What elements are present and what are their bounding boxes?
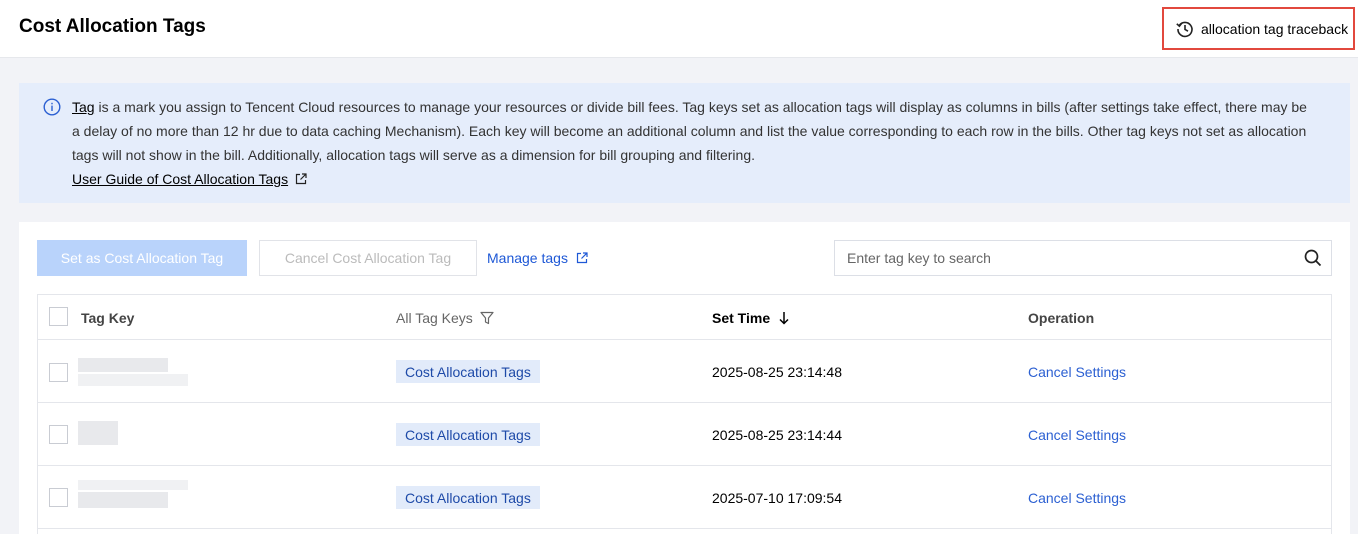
table-row: Cost Allocation Tags 2025-08-25 23:14:44… [38,403,1331,466]
page-header: Cost Allocation Tags allocation tag trac… [0,0,1358,58]
search-icon[interactable] [1303,248,1323,268]
set-time-value: 2025-07-10 17:09:54 [712,489,842,506]
select-all-checkbox[interactable] [49,307,68,326]
set-time-value: 2025-08-25 23:14:48 [712,363,842,380]
table-row: Cost Allocation Tags 2025-08-25 23:14:48… [38,340,1331,403]
tag-table: Tag Key All Tag Keys Set Time Operation … [37,294,1332,534]
cancel-settings-link[interactable]: Cancel Settings [1028,403,1126,466]
table-header: Tag Key All Tag Keys Set Time Operation [38,295,1331,340]
all-tag-keys-label: All Tag Keys [396,309,473,326]
cancel-settings-link[interactable]: Cancel Settings [1028,340,1126,403]
redacted-tag-key [78,492,168,508]
user-guide-link[interactable]: User Guide of Cost Allocation Tags [72,167,307,191]
row-checkbox[interactable] [49,488,68,507]
manage-tags-link[interactable]: Manage tags [487,240,588,276]
row-checkbox[interactable] [49,363,68,382]
manage-tags-label: Manage tags [487,250,568,266]
tag-type-badge: Cost Allocation Tags [396,486,540,509]
tag-link[interactable]: Tag [72,99,95,115]
info-text: Tag is a mark you assign to Tencent Clou… [72,95,1312,167]
info-description: is a mark you assign to Tencent Cloud re… [72,99,1307,163]
page-title: Cost Allocation Tags [19,16,206,37]
tag-type-badge: Cost Allocation Tags [396,360,540,383]
redacted-tag-key [78,358,168,372]
arrow-down-icon [779,311,789,325]
set-cost-allocation-tag-button[interactable]: Set as Cost Allocation Tag [37,240,247,276]
tag-type-badge: Cost Allocation Tags [396,423,540,446]
table-row: Cost Allocation Tags 2025-07-10 17:09:54… [38,466,1331,529]
search-input[interactable] [835,241,1295,275]
tag-list-card: Set as Cost Allocation Tag Cancel Cost A… [19,222,1350,534]
redacted-tag-key [78,480,188,490]
tag-key-search [834,240,1332,276]
user-guide-label: User Guide of Cost Allocation Tags [72,171,289,187]
info-circle-icon [43,98,61,116]
column-header-all-tag-keys[interactable]: All Tag Keys [396,295,494,340]
column-header-operation: Operation [1028,309,1095,326]
redacted-tag-key [78,374,188,386]
set-time-label: Set Time [712,309,771,326]
filter-icon[interactable] [480,311,494,325]
info-banner: Tag is a mark you assign to Tencent Clou… [19,83,1350,203]
external-link-icon [576,252,588,264]
cancel-cost-allocation-tag-button[interactable]: Cancel Cost Allocation Tag [259,240,477,276]
row-checkbox[interactable] [49,425,68,444]
external-link-icon [295,173,307,185]
column-header-tag-key: Tag Key [81,309,135,326]
redacted-tag-key [78,421,118,445]
column-header-set-time[interactable]: Set Time [712,295,790,340]
allocation-tag-traceback-button[interactable]: allocation tag traceback [1162,7,1355,50]
cancel-settings-link[interactable]: Cancel Settings [1028,466,1126,529]
set-time-value: 2025-08-25 23:14:44 [712,426,842,443]
traceback-label: allocation tag traceback [1201,20,1349,37]
history-icon [1176,21,1193,37]
